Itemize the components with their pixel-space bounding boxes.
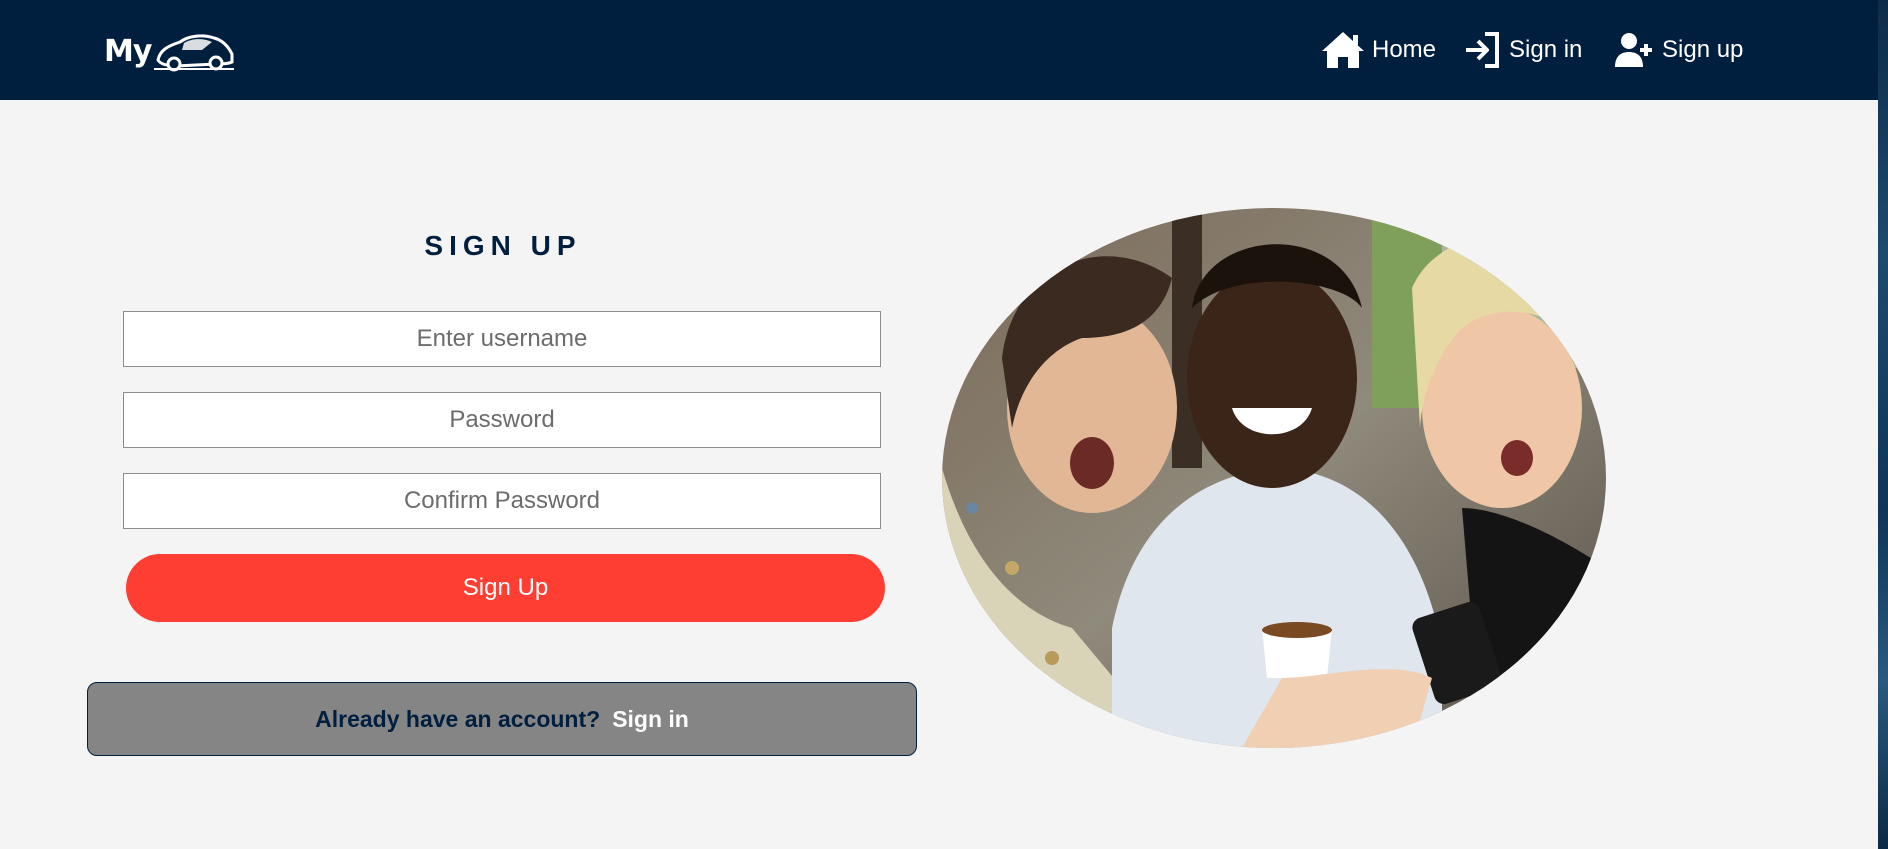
nav-sign-in-label: Sign in: [1509, 36, 1583, 63]
logo-text: My: [104, 34, 152, 69]
user-plus-icon: [1615, 33, 1652, 67]
nav-home[interactable]: Home: [1320, 30, 1436, 70]
confirm-password-input[interactable]: [123, 473, 881, 529]
username-input[interactable]: [123, 311, 881, 367]
nav-home-label: Home: [1372, 36, 1437, 63]
friends-photo-illustration: [942, 208, 1606, 748]
sign-in-icon: [1466, 32, 1499, 68]
logo[interactable]: My: [104, 28, 234, 74]
page-title: SIGN UP: [424, 230, 582, 261]
password-input[interactable]: [123, 392, 881, 448]
window-edge: [1878, 0, 1888, 849]
nav-sign-in[interactable]: Sign in: [1463, 30, 1582, 70]
hero-photo: [942, 208, 1606, 748]
nav-sign-up-label: Sign up: [1662, 36, 1744, 63]
sign-in-link[interactable]: Sign in: [612, 706, 689, 733]
home-icon: [1322, 32, 1364, 68]
navbar: My Home Sign in Sign up: [0, 0, 1878, 100]
car-logo-icon: [154, 34, 234, 72]
nav-sign-up[interactable]: Sign up: [1614, 30, 1743, 70]
account-prompt: Already have an account? Sign in: [87, 682, 917, 756]
account-prompt-text: Already have an account?: [315, 705, 601, 732]
sign-up-button[interactable]: Sign Up: [126, 554, 885, 622]
